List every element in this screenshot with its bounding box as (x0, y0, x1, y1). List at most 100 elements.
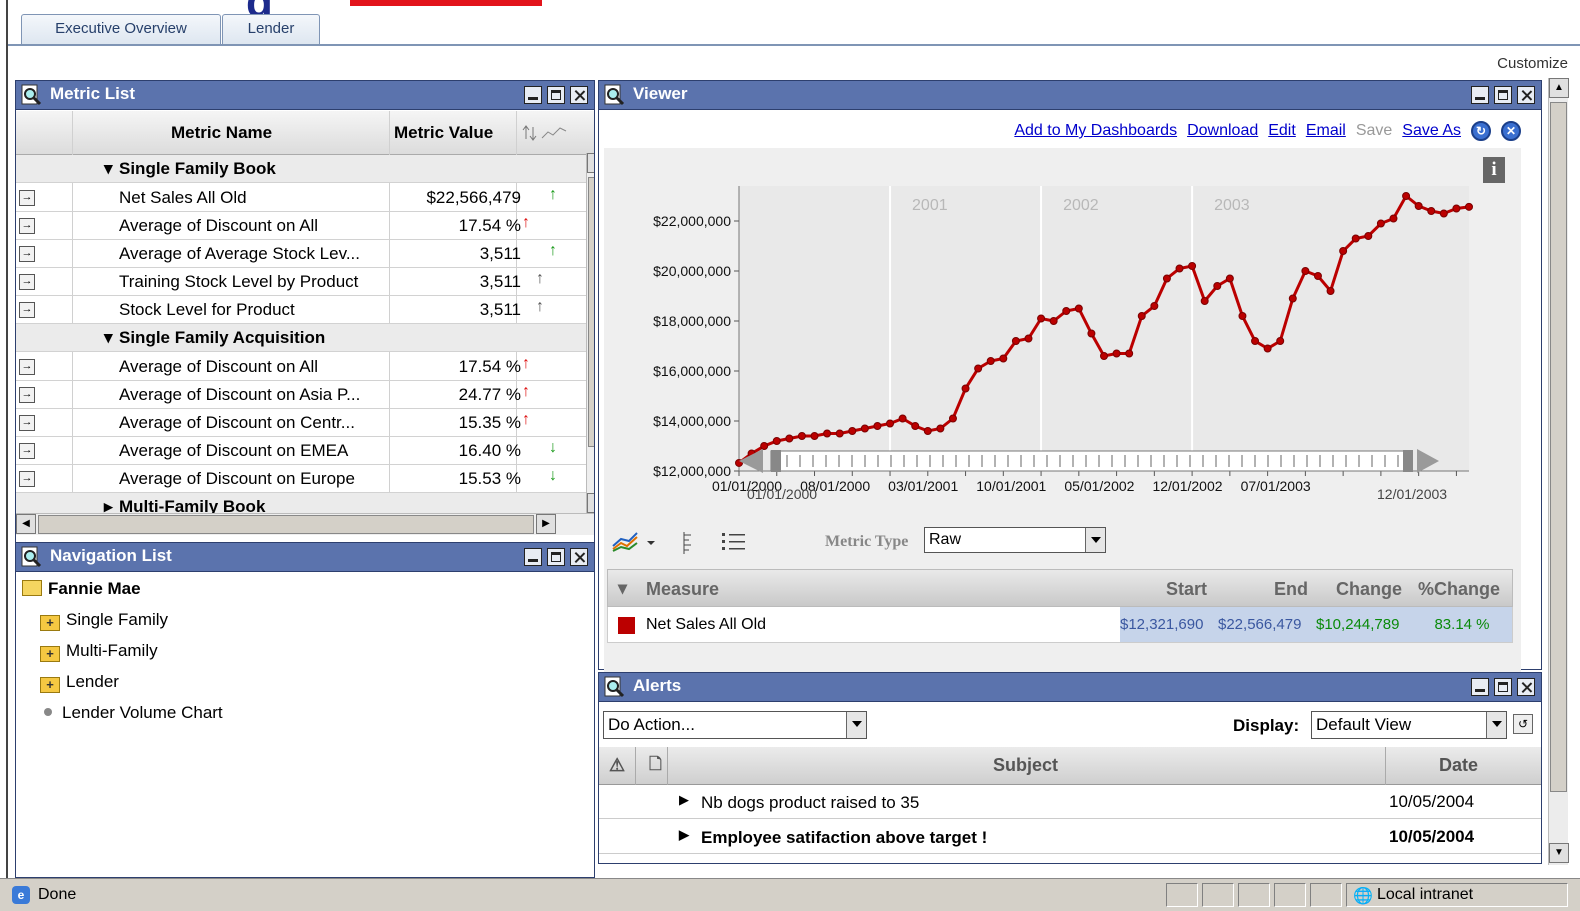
info-icon[interactable]: i (1483, 157, 1505, 183)
scroll-left-icon[interactable]: ◀ (16, 514, 36, 534)
range-slider[interactable] (739, 447, 1439, 475)
folder-plus-icon[interactable]: + (40, 615, 60, 631)
table-row[interactable]: → Average of Discount on Centr... 15.35 % ↑ (16, 409, 586, 437)
list-icon[interactable] (721, 531, 747, 553)
column-metric-name[interactable]: Metric Name (171, 123, 272, 143)
slider-right-arrow-icon[interactable] (1417, 449, 1439, 473)
vertical-scrollbar[interactable]: ▲ ▼ (586, 153, 594, 515)
edit-link[interactable]: Edit (1268, 122, 1296, 140)
folder-plus-icon[interactable]: + (40, 677, 60, 693)
column-pct-change[interactable]: %Change (1418, 579, 1500, 600)
refresh-icon[interactable]: ↻ (1471, 121, 1491, 141)
column-start[interactable]: Start (1166, 579, 1207, 600)
display-select[interactable]: Default View (1311, 711, 1507, 739)
chevron-down-icon[interactable] (846, 712, 866, 738)
maximize-icon[interactable] (1494, 86, 1512, 104)
table-row[interactable]: → Average of Discount on Asia P... 24.77 %… (16, 381, 586, 409)
table-row[interactable]: ▶ Employee satifaction above target ! 10… (599, 820, 1541, 854)
close-circle-icon[interactable]: ✕ (1501, 121, 1521, 141)
minimize-icon[interactable] (524, 86, 542, 104)
scroll-thumb[interactable] (38, 515, 534, 534)
chevron-down-icon[interactable] (1085, 528, 1105, 552)
nav-folder-lender[interactable]: + Lender (40, 672, 119, 693)
maximize-icon[interactable] (547, 548, 565, 566)
slider-left-handle[interactable] (771, 450, 781, 472)
maximize-icon[interactable] (547, 86, 565, 104)
nav-leaf-lender-volume-chart[interactable]: Lender Volume Chart (44, 703, 223, 723)
drill-icon[interactable]: → (19, 359, 35, 375)
minimize-icon[interactable] (524, 548, 542, 566)
customize-link[interactable]: Customize (1497, 55, 1568, 72)
scroll-up-icon[interactable]: ▲ (1549, 78, 1569, 98)
refresh-icon[interactable]: ↺ (1513, 714, 1533, 734)
table-row[interactable]: → Net Sales All Old $22,566,479 ↑ (16, 184, 586, 212)
scroll-up-icon[interactable]: ▲ (587, 153, 594, 173)
close-icon[interactable] (1517, 86, 1535, 104)
table-row[interactable]: → Stock Level for Product 3,511 ↑ (16, 296, 586, 324)
minimize-icon[interactable] (1471, 86, 1489, 104)
chevron-down-icon[interactable] (1486, 712, 1506, 738)
nav-root[interactable]: Fannie Mae (22, 579, 141, 599)
table-row[interactable]: Net Sales All Old $12,321,690 $22,566,47… (607, 607, 1513, 643)
scroll-thumb[interactable] (1550, 102, 1567, 792)
nav-folder-multi-family[interactable]: + Multi-Family (40, 641, 158, 662)
drill-icon[interactable]: → (19, 246, 35, 262)
group-row[interactable]: ▾ Single Family Acquisition (16, 324, 586, 352)
expand-icon[interactable]: ▶ (679, 792, 689, 808)
column-subject[interactable]: Subject (993, 755, 1058, 776)
collapse-icon[interactable]: ▾ (104, 328, 113, 348)
close-icon[interactable] (1517, 678, 1535, 696)
drill-icon[interactable]: → (19, 443, 35, 459)
table-row[interactable]: ▶ Nb dogs product raised to 35 10/05/200… (599, 785, 1541, 819)
chart-type-icon[interactable] (611, 529, 661, 555)
warning-icon[interactable]: ⚠ (609, 755, 625, 776)
collapse-icon[interactable]: ▾ (104, 159, 113, 179)
horizontal-scrollbar[interactable]: ◀ ▶ (16, 513, 594, 535)
drill-icon[interactable]: → (19, 471, 35, 487)
sort-trend-icon[interactable] (522, 123, 570, 143)
scroll-thumb[interactable] (588, 177, 594, 447)
save-as-link[interactable]: Save As (1402, 122, 1461, 140)
column-metric-value[interactable]: Metric Value (394, 123, 493, 143)
table-row[interactable]: → Training Stock Level by Product 3,511 ↑ (16, 268, 586, 296)
close-icon[interactable] (570, 86, 588, 104)
table-row[interactable]: → Average of Discount on All 17.54 % ↑ (16, 212, 586, 240)
drill-icon[interactable]: → (19, 274, 35, 290)
close-icon[interactable] (570, 548, 588, 566)
scroll-down-icon[interactable]: ▼ (1549, 843, 1569, 863)
document-icon[interactable]: 🗋 (649, 753, 662, 780)
drill-icon[interactable]: → (19, 415, 35, 431)
download-link[interactable]: Download (1187, 122, 1258, 140)
group-row[interactable]: ▾ Single Family Book (16, 155, 586, 183)
table-row[interactable]: → Average of Discount on Europe 15.53 % ↓ (16, 465, 586, 493)
folder-plus-icon[interactable]: + (40, 646, 60, 662)
drill-icon[interactable]: → (19, 302, 35, 318)
page-vertical-scrollbar[interactable]: ▲ ▼ (1548, 78, 1569, 865)
column-change[interactable]: Change (1336, 579, 1402, 600)
minimize-icon[interactable] (1471, 678, 1489, 696)
scroll-right-icon[interactable]: ▶ (536, 514, 556, 534)
table-row[interactable]: → Average of Discount on All 17.54 % ↑ (16, 353, 586, 381)
email-link[interactable]: Email (1306, 122, 1346, 140)
group-row[interactable]: ▸ Multi-Family Book (16, 493, 586, 516)
expand-icon[interactable]: ▶ (679, 827, 689, 843)
slider-left-arrow-icon[interactable] (739, 449, 763, 473)
metric-type-select[interactable]: Raw (924, 527, 1106, 553)
maximize-icon[interactable] (1494, 678, 1512, 696)
tab-executive-overview[interactable]: Executive Overview (21, 14, 221, 45)
column-date[interactable]: Date (1439, 755, 1478, 776)
table-row[interactable]: → Average of Discount on EMEA 16.40 % ↓ (16, 437, 586, 465)
scroll-down-icon[interactable]: ▼ (587, 493, 594, 513)
column-end[interactable]: End (1274, 579, 1308, 600)
drill-icon[interactable]: → (19, 218, 35, 234)
column-measure[interactable]: Measure (646, 579, 719, 600)
tab-lender[interactable]: Lender (222, 14, 320, 45)
drill-icon[interactable]: → (19, 387, 35, 403)
drill-icon[interactable]: → (19, 190, 35, 206)
nav-folder-single-family[interactable]: + Single Family (40, 610, 168, 631)
ruler-icon[interactable] (681, 531, 695, 555)
collapse-icon[interactable]: ▾ (618, 578, 627, 599)
table-row[interactable]: → Average of Average Stock Lev... 3,511 ↑ (16, 240, 586, 268)
do-action-select[interactable]: Do Action... (603, 711, 867, 739)
add-to-dashboards-link[interactable]: Add to My Dashboards (1014, 122, 1177, 140)
